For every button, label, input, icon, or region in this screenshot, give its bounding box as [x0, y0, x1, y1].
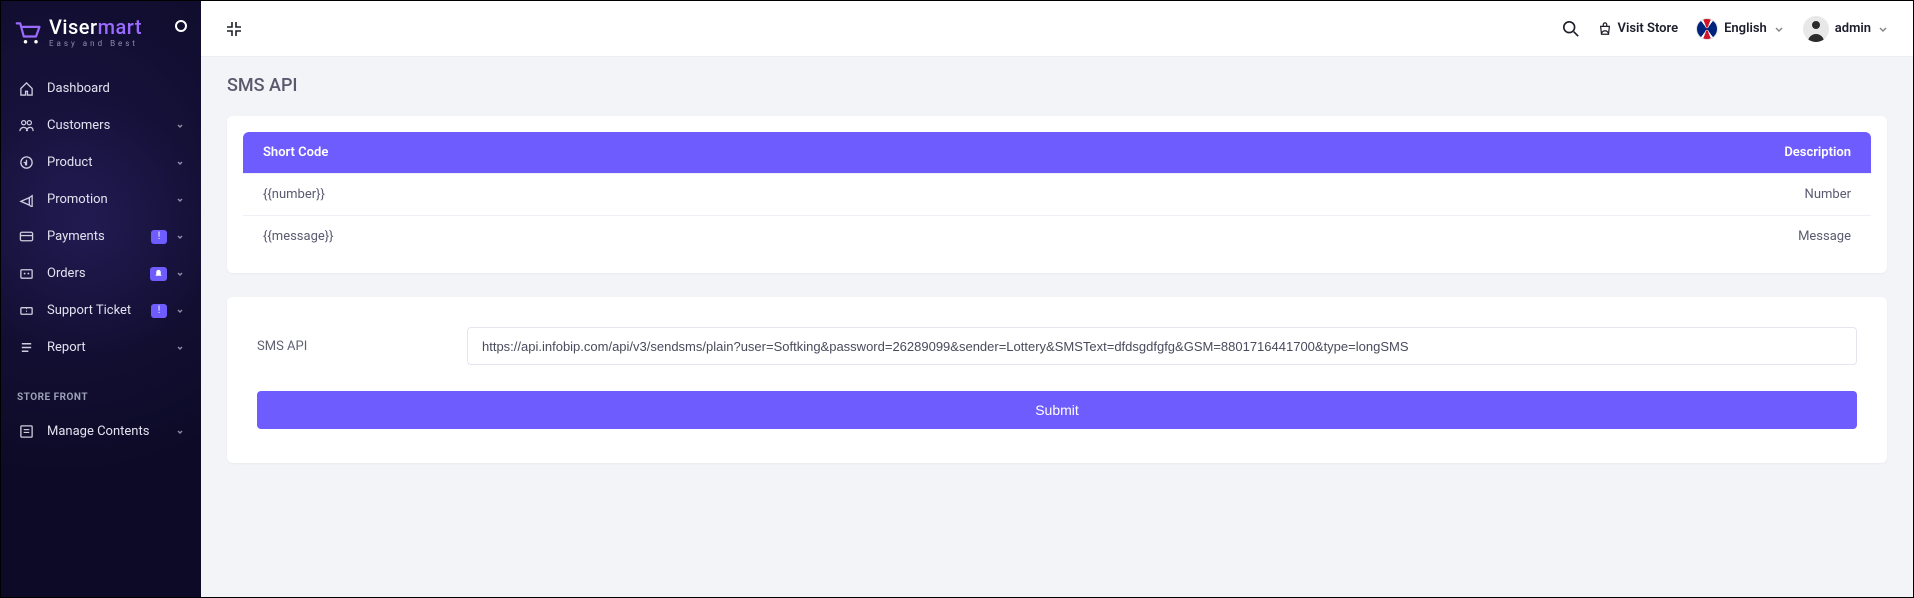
sidebar-item-customers[interactable]: Customers	[1, 107, 201, 144]
sidebar-nav: Dashboard Customers Product Promotion Paymen…	[1, 66, 201, 376]
user-menu[interactable]: admin	[1803, 16, 1889, 42]
sidebar-item-manage-contents[interactable]: Manage Contents	[1, 413, 201, 450]
sidebar-item-dashboard[interactable]: Dashboard	[1, 70, 201, 107]
chevron-down-icon	[1877, 23, 1889, 35]
topbar: Visit Store English admin	[201, 1, 1913, 57]
contents-icon	[17, 424, 35, 439]
sidebar-item-label: Report	[47, 340, 86, 355]
brand-logo[interactable]: Visermart Easy and Best	[1, 1, 201, 66]
uk-flag-icon	[1696, 18, 1718, 40]
sidebar-item-label: Product	[47, 155, 92, 170]
sidebar-item-label: Promotion	[47, 192, 108, 207]
table-row: {{number}}Number	[243, 174, 1871, 216]
sidebar-item-orders[interactable]: Orders	[1, 255, 201, 292]
ticket-icon	[17, 303, 35, 318]
card-icon	[17, 229, 35, 244]
product-icon	[17, 155, 35, 170]
shortcode-table: Short Code Description {{number}}Number{…	[243, 132, 1871, 257]
language-selector[interactable]: English	[1696, 18, 1785, 40]
sidebar-badge	[150, 267, 167, 281]
chevron-down-icon	[175, 343, 185, 353]
store-icon	[1598, 22, 1612, 36]
table-row: {{message}}Message	[243, 216, 1871, 258]
report-icon	[17, 340, 35, 355]
brand-tagline: Easy and Best	[49, 40, 142, 48]
chevron-down-icon	[175, 158, 185, 168]
sidebar-item-label: Dashboard	[47, 81, 110, 96]
shortcode-cell: {{message}}	[243, 216, 1072, 258]
sidebar-item-product[interactable]: Product	[1, 144, 201, 181]
visit-store-link[interactable]: Visit Store	[1598, 21, 1679, 36]
page-title: SMS API	[227, 75, 1887, 96]
users-icon	[17, 118, 35, 133]
sms-api-label: SMS API	[257, 339, 437, 354]
sidebar-item-report[interactable]: Report	[1, 329, 201, 366]
user-label: admin	[1835, 21, 1871, 36]
sidebar-badge: !	[151, 304, 167, 318]
sidebar-item-label: Orders	[47, 266, 86, 281]
home-icon	[17, 81, 35, 96]
brand-name: Visermart	[49, 17, 142, 37]
sidebar-item-label: Payments	[47, 229, 105, 244]
avatar	[1803, 16, 1829, 42]
visit-store-label: Visit Store	[1618, 21, 1679, 36]
sidebar-badge: !	[151, 230, 167, 244]
shortcode-card: Short Code Description {{number}}Number{…	[227, 116, 1887, 273]
sidebar-item-label: Manage Contents	[47, 424, 149, 439]
chevron-down-icon	[175, 427, 185, 437]
chevron-down-icon	[175, 195, 185, 205]
sidebar-item-promotion[interactable]: Promotion	[1, 181, 201, 218]
sidebar-section-label: STORE FRONT	[1, 376, 201, 409]
sidebar-item-support-ticket[interactable]: Support Ticket!	[1, 292, 201, 329]
cart-icon	[15, 20, 43, 46]
sms-api-input[interactable]	[467, 327, 1857, 365]
description-cell: Message	[1072, 216, 1871, 258]
description-cell: Number	[1072, 174, 1871, 216]
promo-icon	[17, 192, 35, 207]
sidebar: Visermart Easy and Best Dashboard Custome…	[1, 1, 201, 597]
main-area: Visit Store English admin	[201, 1, 1913, 597]
sms-api-card: SMS API Submit	[227, 297, 1887, 463]
chevron-down-icon	[175, 121, 185, 131]
submit-button[interactable]: Submit	[257, 391, 1857, 429]
logo-dot-icon	[175, 20, 187, 32]
shortcode-cell: {{number}}	[243, 174, 1072, 216]
sidebar-item-label: Support Ticket	[47, 303, 131, 318]
chevron-down-icon	[1773, 23, 1785, 35]
col-shortcode: Short Code	[243, 132, 1072, 174]
chevron-down-icon	[175, 306, 185, 316]
col-description: Description	[1072, 132, 1871, 174]
language-label: English	[1724, 21, 1767, 36]
orders-icon	[17, 266, 35, 281]
search-icon[interactable]	[1562, 20, 1580, 38]
sidebar-item-payments[interactable]: Payments!	[1, 218, 201, 255]
chevron-down-icon	[175, 269, 185, 279]
chevron-down-icon	[175, 232, 185, 242]
sidebar-nav-front: Manage Contents	[1, 409, 201, 460]
content: SMS API Short Code Description {{number}…	[201, 57, 1913, 517]
sidebar-toggle-icon[interactable]	[225, 20, 243, 38]
sidebar-item-label: Customers	[47, 118, 110, 133]
